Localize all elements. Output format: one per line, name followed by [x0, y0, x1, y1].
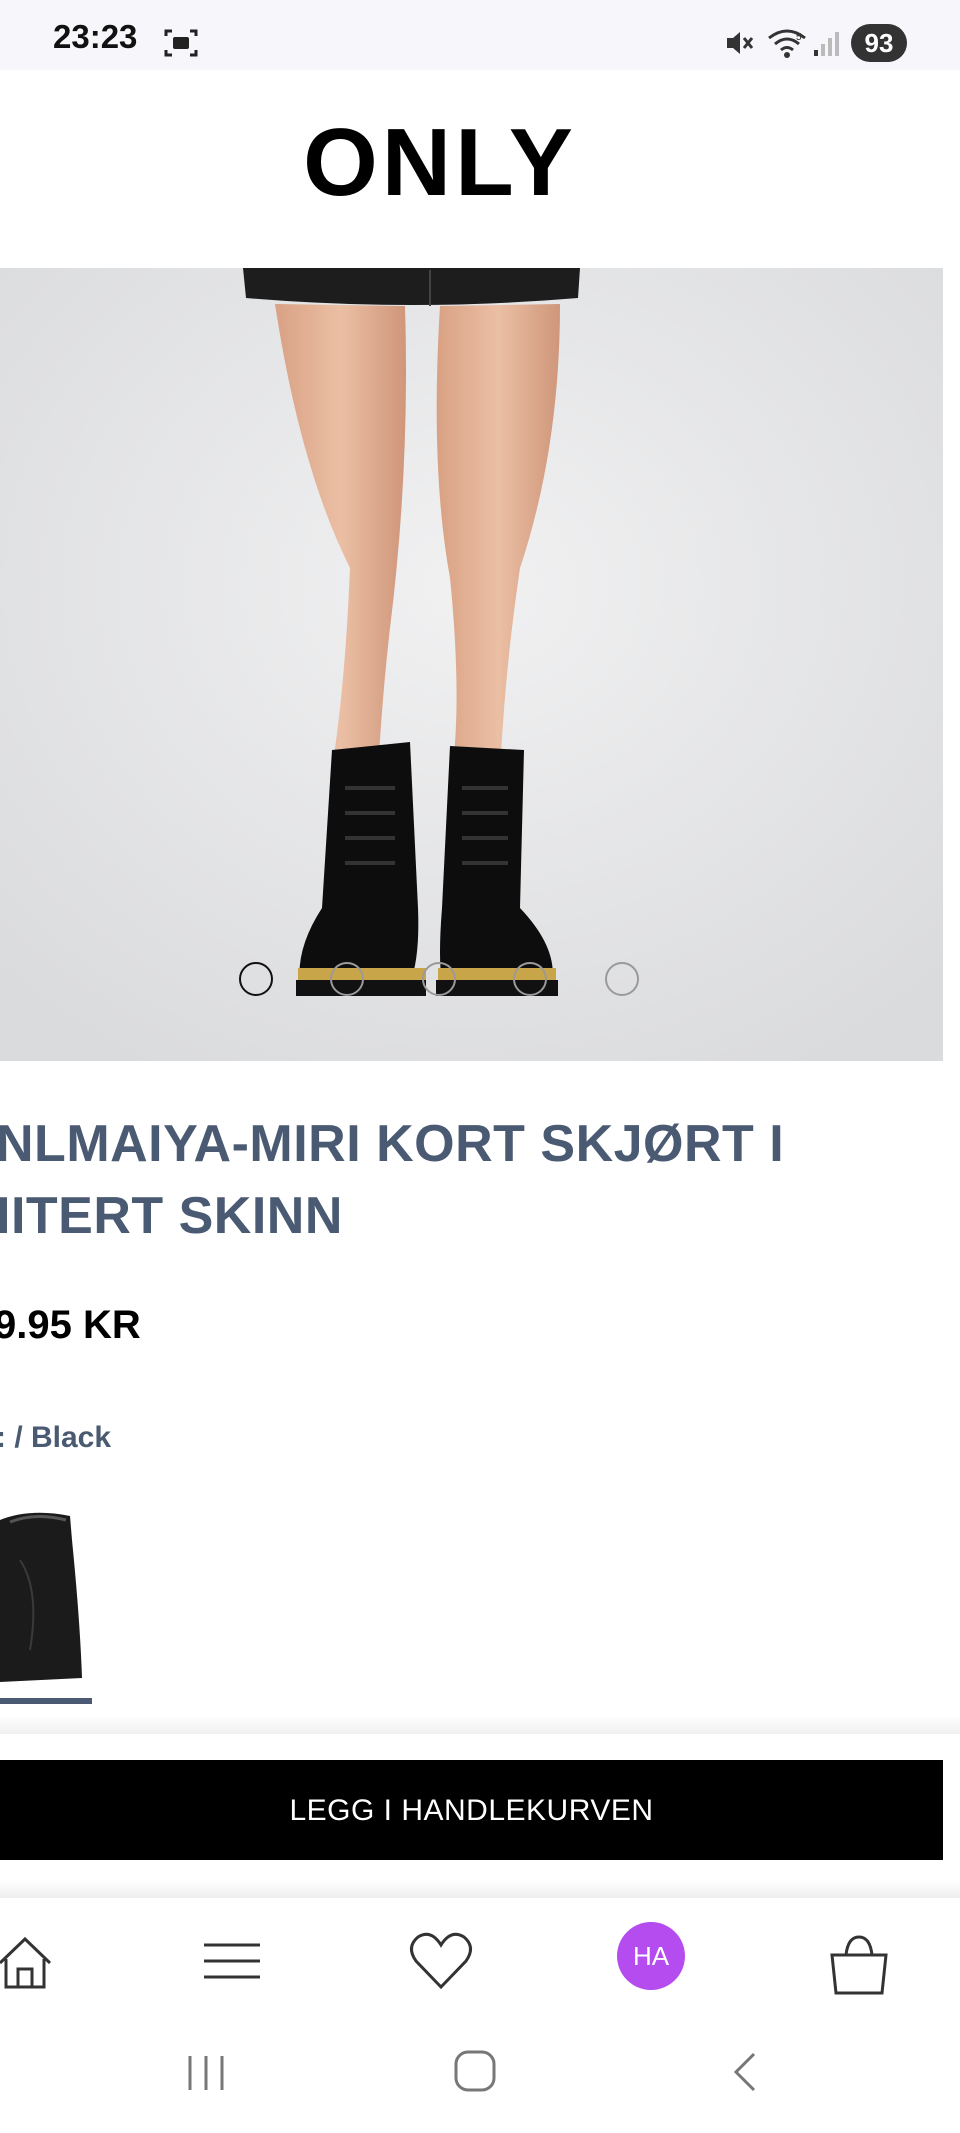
color-swatch-black[interactable] [0, 1500, 90, 1690]
brand-logo[interactable]: ONLY [0, 108, 880, 218]
heart-icon[interactable] [396, 1915, 486, 2005]
gallery-dot-5[interactable] [605, 962, 639, 996]
screenshot-icon [164, 29, 198, 57]
gallery-dot-3[interactable] [422, 962, 456, 996]
bag-icon[interactable] [814, 1915, 904, 2005]
back-icon[interactable] [726, 2050, 766, 2096]
status-time: 23:23 [53, 18, 138, 55]
account-avatar[interactable]: HA [617, 1922, 685, 1990]
gallery-dot-2[interactable] [330, 962, 364, 996]
skirt-thumbnail [0, 1500, 90, 1690]
system-home-icon[interactable] [452, 2048, 498, 2096]
product-title: NLMAIYA-MIRI KORT SKJØRT I IITERT SKINN [0, 1115, 785, 1245]
add-to-cart-button[interactable]: LEGG I HANDLEKURVEN [0, 1760, 943, 1860]
divider [0, 1880, 960, 1900]
divider [0, 1716, 960, 1734]
wifi-icon: 5 [768, 29, 806, 58]
product-image[interactable] [0, 268, 943, 1061]
recent-apps-icon[interactable] [180, 2050, 232, 2096]
menu-icon[interactable] [188, 1915, 278, 2005]
swatch-selected-indicator [0, 1698, 92, 1704]
home-icon[interactable] [0, 1915, 70, 2005]
gallery-dot-1[interactable] [239, 962, 273, 996]
product-photo [0, 268, 943, 1061]
product-price: 9.95 KR [0, 1303, 141, 1347]
mute-icon [727, 32, 754, 54]
signal-icon [814, 32, 839, 56]
product-color: : / Black [0, 1421, 112, 1454]
gallery-dot-4[interactable] [513, 962, 547, 996]
svg-text:5: 5 [796, 32, 802, 43]
battery-badge: 93 [851, 24, 907, 62]
